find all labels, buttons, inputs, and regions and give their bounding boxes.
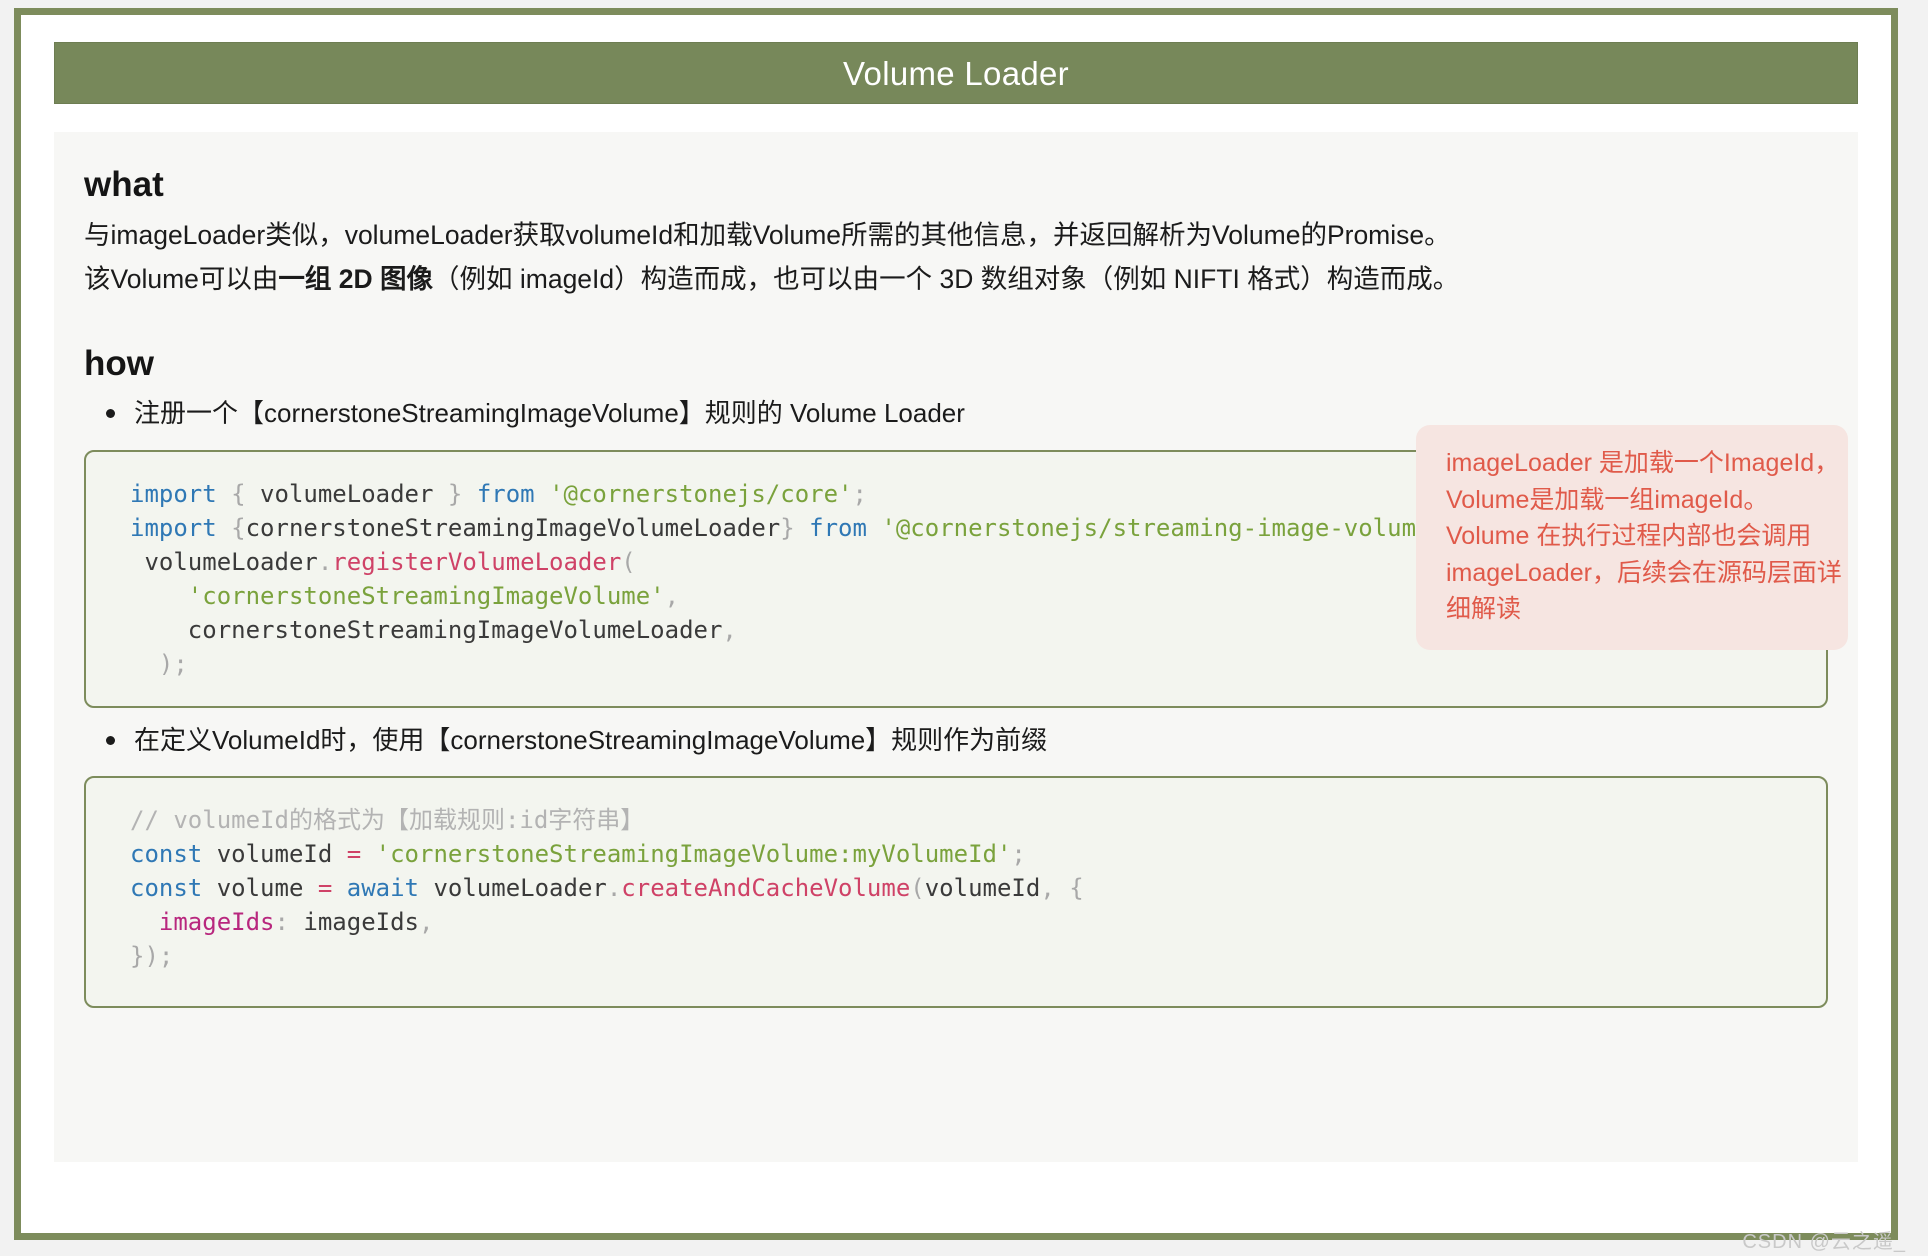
code-token: volumeLoader (419, 874, 607, 903)
code-token: volumeLoader (245, 479, 448, 508)
code-token: { (1069, 874, 1084, 903)
code-line: imageIds: imageIds, (130, 906, 1790, 940)
code-token: : (274, 908, 289, 937)
code-token: 'cornerstoneStreamingImageVolume' (187, 581, 665, 610)
code-token: . (606, 874, 622, 903)
code-line: const volumeId = 'cornerstoneStreamingIm… (130, 838, 1790, 872)
what-paragraph-line-2: 该Volume可以由一组 2D 图像（例如 imageId）构造而成，也可以由一… (84, 261, 1828, 299)
code-token: { (231, 479, 246, 508)
what-line-2-suffix: （例如 imageId）构造而成，也可以由一个 3D 数组对象（例如 NIFTI… (433, 264, 1460, 295)
code-token: imageIds (288, 908, 419, 937)
code-token: 'cornerstoneStreamingImageVolume:myVolum… (375, 840, 1012, 869)
code-token: cornerstoneStreamingImageVolumeLoader (130, 615, 723, 644)
what-line-1-text: 与imageLoader类似，volumeLoader获取volumeId和加载… (84, 219, 1451, 250)
callout-line: Volume是加载一组imageId。 (1446, 485, 1769, 514)
bullet-label: 在定义VolumeId时，使用【cornerstoneStreamingImag… (134, 724, 1048, 755)
code-token: from (476, 479, 535, 508)
code-token: from (809, 513, 867, 542)
code-token: // volumeId的格式为【加载规则:id字符串】 (130, 806, 645, 835)
content-panel: what 与imageLoader类似，volumeLoader获取volume… (54, 132, 1858, 1162)
code-token: ; (852, 479, 867, 508)
code-token: imageIds (158, 908, 275, 937)
callout-line: Volume 在执行过程内部也会调用 (1446, 522, 1812, 550)
heading-how: how (84, 343, 154, 383)
callout-line: imageLoader，后续会在源码层面详 (1446, 558, 1842, 587)
code-token: await (346, 874, 419, 903)
code-token: }); (130, 942, 174, 971)
code-token: , (722, 615, 737, 644)
code-token: volume (202, 874, 318, 903)
code-token: '@cornerstonejs/core' (549, 479, 853, 508)
code-token: ; (1011, 840, 1026, 869)
code-token: ); (158, 649, 188, 678)
code-token: , (1040, 874, 1055, 903)
slide-title: Volume Loader (843, 54, 1069, 92)
code-token: } (780, 513, 795, 542)
code-token: volumeId (202, 840, 347, 869)
bullet-dot-icon (106, 735, 115, 745)
code-token: const (130, 874, 203, 903)
code-token: , (664, 581, 680, 610)
code-token: , (419, 908, 434, 937)
code-token: = (346, 840, 362, 869)
code-token: cornerstoneStreamingImageVolumeLoader (245, 513, 781, 542)
code-block-create-and-cache-volume: // volumeId的格式为【加载规则:id字符串】 const volumeI… (84, 776, 1828, 1009)
what-paragraph-line-1: 与imageLoader类似，volumeLoader获取volumeId和加载… (84, 217, 1828, 255)
what-line-2-bold: 一组 2D 图像 (278, 264, 433, 295)
heading-what: what (84, 165, 164, 204)
code-token: createAndCacheVolume (621, 874, 911, 903)
code-token: = (317, 874, 333, 903)
slide-inner: Volume Loader what 与imageLoader类似，volume… (21, 15, 1891, 1233)
code-token: ( (621, 547, 636, 576)
watermark: CSDN @云之遥_ (1742, 1231, 1906, 1253)
what-line-2-prefix: 该Volume可以由 (84, 264, 279, 295)
bullet-dot-icon (106, 409, 115, 419)
code-token: ( (910, 874, 925, 903)
code-token: registerVolumeLoader (332, 547, 622, 576)
callout-note: imageLoader 是加载一个ImageId， Volume是加载一组imag… (1416, 425, 1848, 650)
code-token: { (231, 513, 246, 542)
bullet-label: 注册一个【cornerstoneStreamingImageVolume】规则的… (134, 398, 965, 429)
code-token: } (447, 479, 463, 508)
callout-line: 细解读 (1446, 595, 1522, 623)
slide-frame: Volume Loader what 与imageLoader类似，volume… (14, 8, 1898, 1240)
code-token: import (130, 513, 217, 542)
callout-line: imageLoader 是加载一个ImageId， (1446, 449, 1840, 477)
code-token: const (130, 840, 203, 869)
page-background: Volume Loader what 与imageLoader类似，volume… (0, 0, 1928, 1256)
code-token: import (130, 479, 217, 508)
slide-title-bar: Volume Loader (54, 42, 1858, 104)
list-item: 在定义VolumeId时，使用【cornerstoneStreamingImag… (84, 722, 1828, 758)
how-bullet-list-2: 在定义VolumeId时，使用【cornerstoneStreamingImag… (84, 722, 1828, 758)
code-line: }); (130, 940, 1790, 974)
code-line: const volume = await volumeLoader.create… (130, 872, 1790, 906)
code-line: // volumeId的格式为【加载规则:id字符串】 (130, 804, 1790, 838)
code-line: ); (130, 648, 1790, 682)
code-token: volumeId (924, 874, 1041, 903)
code-token: volumeLoader (130, 547, 318, 576)
code-token: . (317, 547, 333, 576)
